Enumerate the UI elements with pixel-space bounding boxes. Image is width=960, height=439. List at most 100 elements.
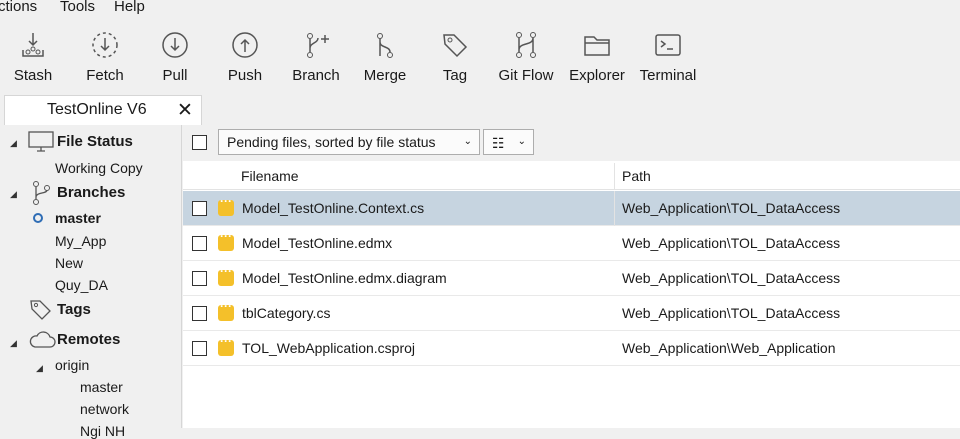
column-divider[interactable] — [614, 163, 615, 190]
push-button[interactable]: Push — [222, 30, 268, 84]
branch-icon — [307, 33, 329, 58]
select-all-checkbox[interactable] — [192, 135, 207, 150]
fetch-icon — [92, 32, 118, 58]
file-row[interactable]: Model_TestOnline.edmx Web_Application\TO… — [183, 226, 960, 261]
file-name: Model_TestOnline.edmx.diagram — [242, 270, 447, 286]
sidebar-remote-origin[interactable]: origin — [55, 357, 89, 373]
column-path[interactable]: Path — [622, 168, 651, 184]
file-name: TOL_WebApplication.csproj — [242, 340, 416, 356]
file-checkbox[interactable] — [192, 201, 207, 216]
tag-icon — [443, 34, 468, 58]
stash-button[interactable]: Stash — [10, 30, 56, 84]
merge-label: Merge — [363, 67, 407, 84]
terminal-label: Terminal — [639, 67, 697, 84]
stash-label: Stash — [13, 67, 53, 84]
current-branch-icon — [33, 213, 43, 223]
menu-tools[interactable]: Tools — [60, 0, 95, 15]
sidebar-branches[interactable]: Branches — [57, 184, 125, 201]
sidebar-branch-master[interactable]: master — [55, 210, 101, 226]
sidebar-file-status[interactable]: File Status — [57, 133, 133, 150]
branch-icon — [33, 181, 50, 205]
modified-file-icon — [218, 334, 234, 356]
cloud-icon — [29, 331, 56, 348]
file-name: tblCategory.cs — [242, 305, 331, 321]
merge-button[interactable]: Merge — [361, 30, 409, 84]
tag-label: Tag — [442, 67, 468, 84]
branch-button[interactable]: Branch — [290, 30, 342, 84]
sidebar-remote-branch-network[interactable]: network — [80, 401, 129, 417]
chevron-down-icon: ⌄ — [517, 136, 526, 147]
git-flow-button[interactable]: Git Flow — [497, 30, 555, 84]
pending-files-dropdown[interactable]: Pending files, sorted by file status ⌄ — [218, 129, 480, 155]
collapse-arrow-icon[interactable]: ◢ — [10, 338, 17, 349]
sidebar-branch-my-app[interactable]: My_App — [55, 233, 106, 249]
git-flow-label: Git Flow — [498, 67, 554, 84]
column-header: Filename Path — [183, 163, 960, 190]
file-path: Web_Application\TOL_DataAccess — [622, 270, 841, 286]
sidebar-remote-branch-ngi-nh[interactable]: Ngi NH — [80, 423, 125, 439]
tab-title: TestOnline V6 — [47, 101, 147, 118]
modified-file-icon — [218, 194, 234, 216]
file-checkbox[interactable] — [192, 306, 207, 321]
push-icon — [232, 32, 258, 58]
column-divider — [614, 191, 615, 226]
sidebar-remote-branch-master[interactable]: master — [80, 379, 123, 395]
file-path: Web_Application\TOL_DataAccess — [622, 305, 841, 321]
tab-testonline[interactable]: TestOnline V6 ✕ — [4, 95, 202, 125]
collapse-arrow-icon[interactable]: ◢ — [10, 138, 17, 149]
explorer-button[interactable]: Explorer — [569, 30, 625, 84]
collapse-arrow-icon[interactable]: ◢ — [36, 363, 43, 374]
sidebar-remotes[interactable]: Remotes — [57, 331, 120, 348]
tag-button[interactable]: Tag — [437, 30, 473, 84]
column-filename[interactable]: Filename — [241, 168, 299, 184]
list-view-icon: ☷ — [492, 135, 505, 151]
sidebar-branch-new[interactable]: New — [55, 255, 83, 271]
collapse-arrow-icon[interactable]: ◢ — [10, 189, 17, 200]
file-path: Web_Application\TOL_DataAccess — [622, 235, 841, 251]
pull-label: Pull — [162, 67, 188, 84]
fetch-label: Fetch — [86, 67, 124, 84]
modified-file-icon — [218, 229, 234, 251]
chevron-down-icon: ⌄ — [463, 136, 472, 147]
file-name: Model_TestOnline.edmx — [242, 235, 393, 251]
file-path: Web_Application\TOL_DataAccess — [622, 200, 841, 216]
pull-button[interactable]: Pull — [152, 30, 198, 84]
folder-icon — [584, 36, 610, 56]
file-checkbox[interactable] — [192, 271, 207, 286]
sidebar: ◢ File Status Working Copy ◢ Branches ma… — [0, 125, 182, 439]
sidebar-tags[interactable]: Tags — [57, 301, 91, 318]
menu-bar: ctions Tools Help — [0, 0, 960, 18]
file-path: Web_Application\Web_Application — [622, 340, 836, 356]
file-row[interactable]: Model_TestOnline.Context.cs Web_Applicat… — [183, 191, 960, 226]
file-checkbox[interactable] — [192, 236, 207, 251]
tag-icon — [30, 300, 51, 320]
monitor-icon — [28, 131, 54, 152]
push-label: Push — [227, 67, 263, 84]
branch-label: Branch — [292, 67, 340, 84]
close-icon[interactable]: ✕ — [177, 99, 193, 122]
stash-icon — [22, 33, 44, 57]
menu-help[interactable]: Help — [114, 0, 145, 15]
file-row[interactable]: tblCategory.cs Web_Application\TOL_DataA… — [183, 296, 960, 331]
file-row[interactable]: Model_TestOnline.edmx.diagram Web_Applic… — [183, 261, 960, 296]
view-mode-dropdown[interactable]: ☷ ⌄ — [483, 129, 534, 155]
merge-icon — [377, 33, 393, 58]
file-status-panel: Pending files, sorted by file status ⌄ ☷… — [183, 125, 960, 428]
file-name: Model_TestOnline.Context.cs — [242, 200, 425, 216]
pull-icon — [162, 32, 188, 58]
file-row[interactable]: TOL_WebApplication.csproj Web_Applicatio… — [183, 331, 960, 366]
menu-actions[interactable]: ctions — [0, 0, 37, 15]
terminal-icon — [655, 34, 681, 56]
file-checkbox[interactable] — [192, 341, 207, 356]
git-flow-icon — [516, 32, 536, 58]
sidebar-branch-quy-da[interactable]: Quy_DA — [55, 277, 108, 293]
explorer-label: Explorer — [569, 67, 625, 84]
pending-files-dropdown-label: Pending files, sorted by file status — [227, 134, 436, 150]
modified-file-icon — [218, 264, 234, 286]
modified-file-icon — [218, 299, 234, 321]
sidebar-item-working-copy[interactable]: Working Copy — [55, 160, 143, 176]
fetch-button[interactable]: Fetch — [82, 30, 128, 84]
toolbar: Stash Fetch Pull Push Branch Merge Tag G… — [0, 24, 960, 90]
filter-bar: Pending files, sorted by file status ⌄ ☷… — [183, 125, 960, 161]
terminal-button[interactable]: Terminal — [638, 30, 698, 84]
